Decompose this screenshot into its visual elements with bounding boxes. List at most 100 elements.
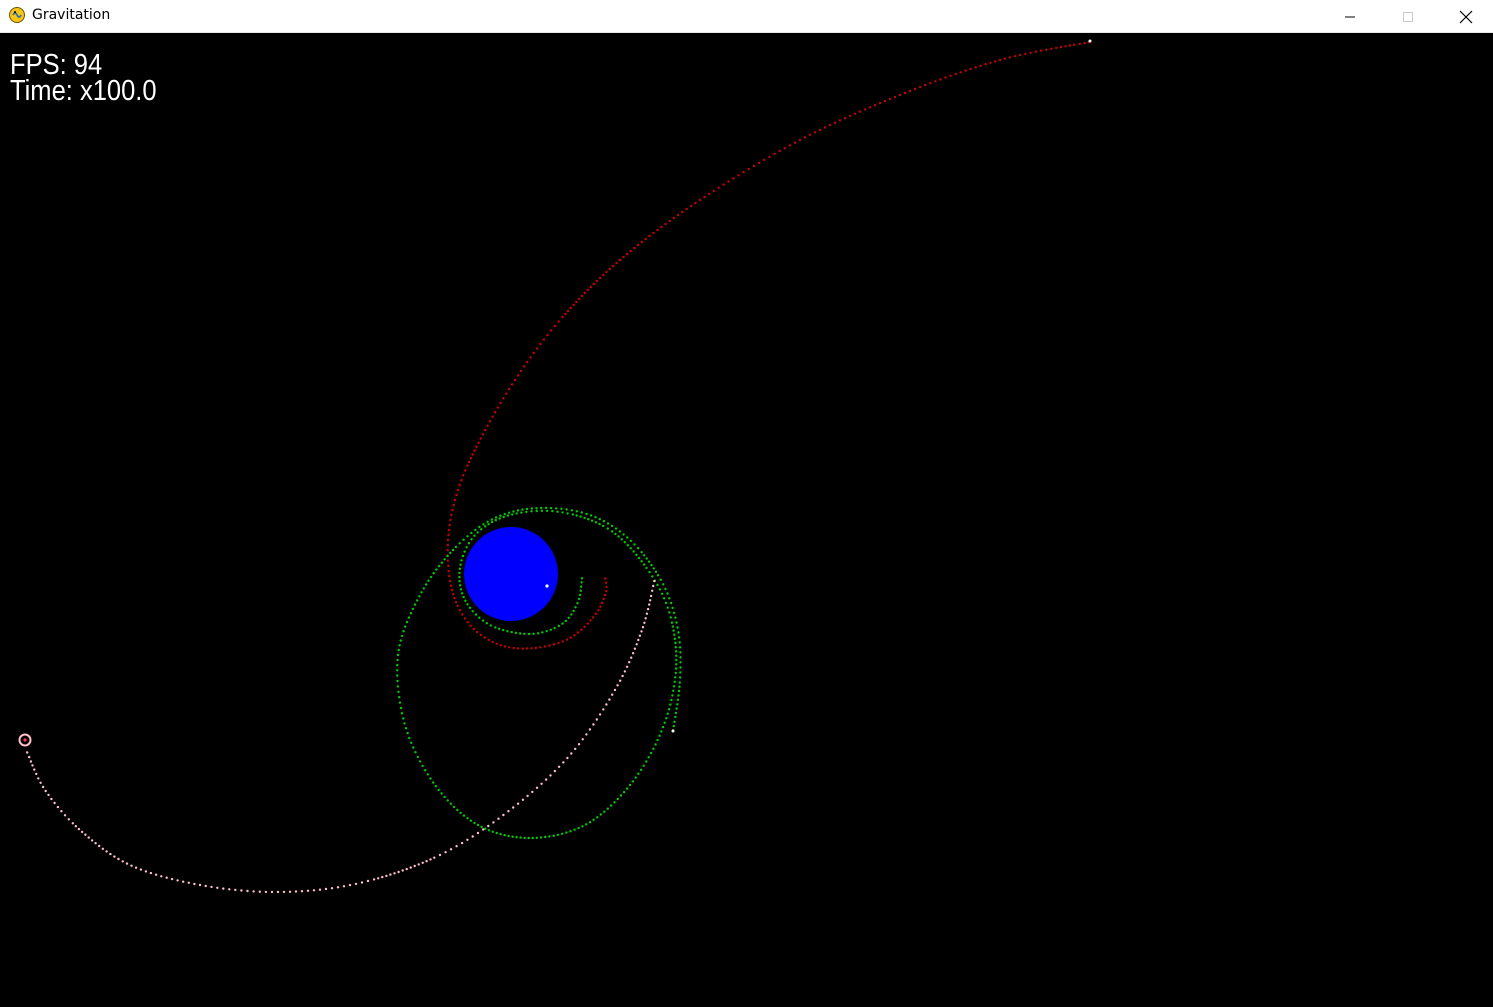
red-trail-dot — [1059, 45, 1063, 49]
red-trail-dot — [858, 110, 862, 113]
pink-trail-dot — [318, 888, 322, 891]
green-trail-dot — [677, 631, 680, 634]
green-trail-dot — [519, 632, 522, 635]
green-trail-dot — [675, 621, 678, 624]
pink-trail-dot — [574, 747, 577, 751]
red-trail-dot — [454, 600, 458, 604]
pink-trail-dot — [366, 879, 370, 883]
red-trail-dot — [456, 604, 459, 607]
close-button[interactable] — [1437, 0, 1493, 33]
red-trail-dot — [652, 231, 655, 235]
green-trail-dot — [478, 525, 481, 529]
pink-trail-dot — [282, 890, 286, 894]
pink-trail-dot — [98, 844, 101, 848]
red-trail-dot — [611, 264, 615, 268]
green-trail-dot — [561, 622, 564, 625]
green-trail-dot — [471, 610, 474, 613]
red-trail-dot — [591, 616, 595, 619]
red-trail-dot — [783, 147, 786, 150]
green-trail-dot — [569, 830, 572, 833]
red-trail-dot — [676, 213, 680, 217]
red-trail-dot — [595, 279, 599, 283]
red-trail-dot — [808, 133, 812, 136]
red-trail-dot — [1039, 49, 1043, 52]
pink-trail-dot — [577, 743, 581, 746]
pink-trail-dot — [598, 713, 602, 716]
green-trail-dot — [656, 738, 659, 742]
green-trail-dot — [466, 817, 469, 820]
green-trail-dot — [676, 698, 680, 701]
green-trail-dot — [494, 516, 498, 519]
green-trail-dot — [553, 626, 556, 630]
green-trail-dot — [512, 510, 515, 513]
green-trail-dot — [398, 644, 401, 647]
red-trail-dot — [566, 309, 570, 313]
green-trail-dot — [671, 625, 674, 628]
pink-trail-dot — [28, 755, 31, 759]
red-trail-dot — [583, 291, 587, 295]
green-trail-dot — [629, 539, 633, 542]
green-trail-dot — [585, 823, 588, 826]
green-trail-dot — [440, 561, 444, 564]
green-trail-dot — [461, 554, 465, 558]
green-trail-dot — [647, 560, 651, 563]
red-trail-dot — [672, 216, 676, 220]
green-trail-dot — [411, 607, 415, 611]
simulation-canvas[interactable]: FPS: 94 Time: x100.0 — [0, 33, 1493, 1007]
title-bar[interactable]: Gravitation — [0, 0, 1493, 33]
green-trail-dot — [556, 510, 559, 513]
red-trail-dot — [594, 612, 598, 615]
red-trail-dot — [893, 95, 897, 99]
red-trail-dot — [534, 646, 538, 650]
red-trail-dot — [949, 74, 952, 78]
green-trail-dot — [523, 836, 526, 840]
green-trail-dot — [594, 515, 597, 519]
red-trail-dot — [462, 474, 465, 477]
green-trail-dot — [642, 563, 646, 566]
minimize-button[interactable] — [1321, 0, 1379, 33]
red-trail-dot — [469, 624, 472, 627]
pink-trail-dot — [623, 670, 627, 673]
pink-trail-dot — [228, 888, 231, 891]
red-trail-dot — [752, 164, 756, 168]
red-trail-dot — [557, 320, 560, 323]
red-trail-dot — [1018, 53, 1022, 57]
red-trail-dot — [455, 493, 458, 497]
pink-trail-dot — [502, 813, 505, 817]
red-trail-dot — [868, 106, 872, 109]
pink-trail-dot — [540, 782, 543, 785]
red-trail-dot — [813, 131, 817, 134]
maximize-button[interactable] — [1379, 0, 1437, 33]
red-trail-dot — [488, 420, 492, 423]
green-trail-head — [671, 729, 675, 733]
green-trail-dot — [549, 506, 553, 510]
green-trail-dot — [485, 622, 488, 625]
red-trail-dot — [778, 149, 781, 153]
green-trail-dot — [679, 666, 682, 669]
green-trail-dot — [666, 712, 669, 715]
green-trail-dot — [557, 624, 560, 628]
red-trail-dot — [681, 210, 684, 214]
green-trail-dot — [583, 516, 586, 520]
green-trail-dot — [663, 721, 666, 724]
green-trail-dot — [449, 551, 452, 555]
green-trail-dot — [525, 510, 528, 514]
red-trail-dot — [479, 437, 482, 440]
red-trail-dot — [984, 62, 987, 66]
red-trail-dot — [599, 605, 602, 608]
green-trail-dot — [673, 633, 676, 636]
green-trail-dot — [656, 583, 659, 587]
pink-trail-dot — [71, 822, 75, 825]
green-trail-dot — [466, 535, 469, 538]
green-trail-dot — [626, 544, 629, 547]
green-trail-dot — [625, 787, 629, 790]
red-trail-dot — [586, 288, 589, 292]
pink-trail-dot — [165, 876, 168, 879]
green-trail-dot — [654, 570, 658, 573]
red-trail-dot — [722, 183, 725, 186]
green-trail-dot — [676, 626, 679, 629]
green-trail-dot — [617, 535, 620, 538]
red-trail-dot — [660, 225, 663, 229]
green-trail-dot — [580, 585, 583, 588]
pink-trail-dot — [300, 890, 304, 893]
